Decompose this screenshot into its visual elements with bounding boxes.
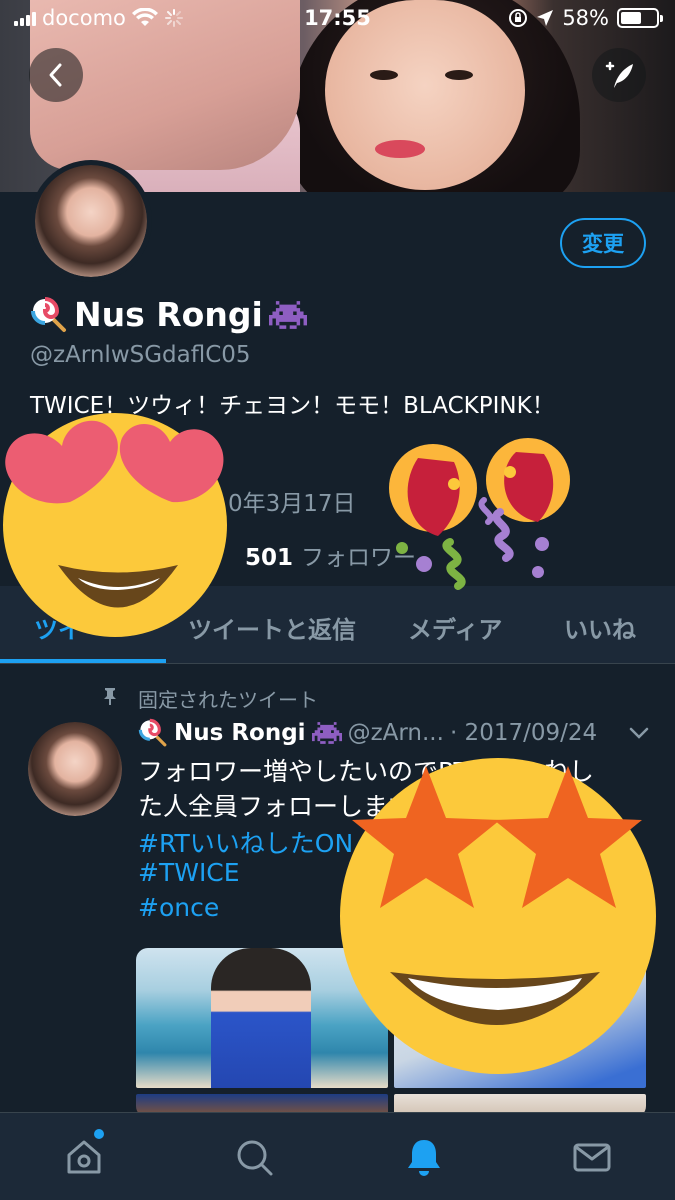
mail-icon	[573, 1143, 611, 1172]
nav-notifications[interactable]	[402, 1135, 446, 1179]
tweet-author-avatar[interactable]	[28, 722, 122, 816]
hashtag-link[interactable]: #RTいいねしたON	[138, 824, 353, 860]
nav-home[interactable]	[62, 1135, 106, 1179]
followers-number: 501	[245, 545, 294, 571]
home-icon	[67, 1140, 101, 1174]
active-tab-indicator	[0, 659, 166, 663]
party-popper-emoji	[389, 438, 570, 590]
tab-media[interactable]: メディア	[408, 610, 502, 645]
bell-icon	[408, 1140, 440, 1176]
profile-avatar[interactable]	[30, 160, 152, 282]
profile-handle: @zArnlwSGdaflC05	[30, 342, 251, 368]
tab-likes[interactable]: いいね	[564, 610, 636, 645]
compose-feather-icon	[605, 61, 633, 88]
hashtag-link[interactable]: #TWICE	[138, 858, 240, 887]
orientation-lock-icon	[509, 9, 528, 27]
compose-tweet-button[interactable]	[592, 48, 646, 102]
battery-icon	[617, 8, 663, 28]
profile-screen: docomo 17:55 58% 変更 Nus Rongi @zArnlwSGd…	[0, 0, 675, 1200]
lollipop-icon	[138, 718, 168, 748]
alien-monster-icon	[311, 721, 342, 745]
search-icon	[237, 1140, 273, 1176]
hashtag-link[interactable]: #once	[138, 893, 219, 922]
heart-eyes-emoji	[3, 413, 227, 637]
pin-icon	[104, 688, 116, 705]
bottom-navigation	[0, 1112, 675, 1200]
status-right: 58%	[508, 6, 663, 30]
nav-search[interactable]	[232, 1135, 276, 1179]
pinned-tweet-label: 固定されたツイート	[138, 688, 318, 712]
join-date: 0年3月17日	[228, 491, 356, 517]
alien-monster-icon	[268, 299, 307, 331]
display-name-text: Nus Rongi	[74, 295, 263, 334]
back-button[interactable]	[29, 48, 83, 102]
tweet-header: Nus Rongi @zArn... · 2017/09/24	[138, 718, 597, 748]
star-struck-emoji	[340, 758, 656, 1074]
status-bar: docomo 17:55 58%	[0, 0, 675, 40]
chevron-down-icon[interactable]	[628, 726, 650, 740]
tweet-author-handle: @zArn...	[347, 720, 444, 746]
display-name: Nus Rongi	[30, 295, 307, 334]
chevron-left-icon	[49, 63, 62, 87]
tweet-author-name[interactable]: Nus Rongi	[174, 720, 306, 746]
nav-messages[interactable]	[570, 1135, 614, 1179]
lollipop-icon	[30, 296, 68, 334]
battery-percent: 58%	[562, 6, 609, 30]
edit-profile-button[interactable]: 変更	[560, 218, 646, 268]
location-arrow-icon	[537, 10, 554, 26]
home-badge	[94, 1129, 104, 1139]
tweet-date: · 2017/09/24	[449, 720, 598, 746]
